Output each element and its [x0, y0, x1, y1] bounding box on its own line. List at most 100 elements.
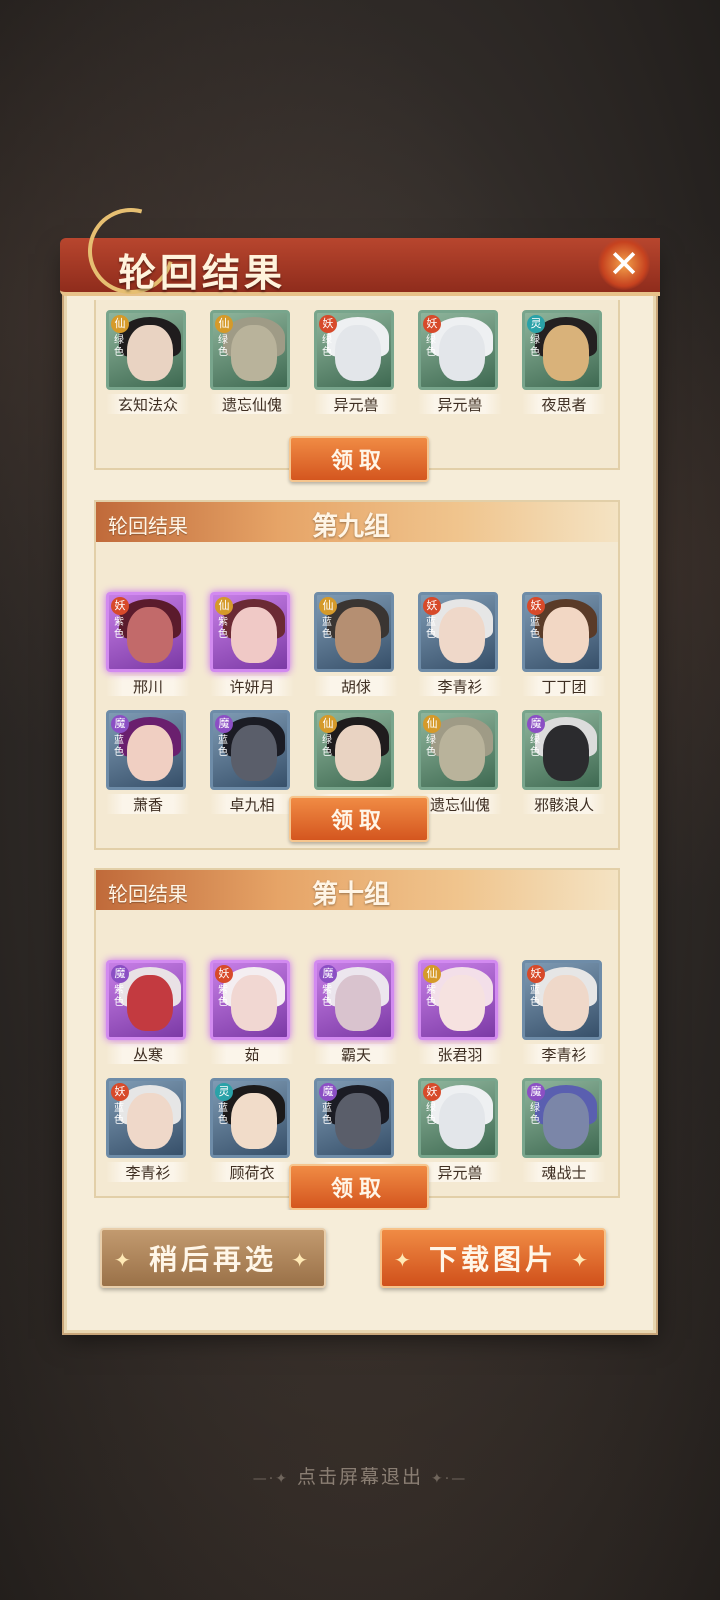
character-card[interactable]: 仙绿色玄知法众 — [106, 310, 190, 414]
character-name: 异元兽 — [314, 394, 398, 414]
rarity-tier-label: 蓝色 — [530, 617, 540, 640]
character-card[interactable]: 妖紫色茹 — [210, 960, 294, 1064]
character-card[interactable]: 妖绿色 异元兽 — [418, 310, 502, 414]
faction-badge-icon: 魔 — [319, 1083, 337, 1101]
faction-badge-icon: 妖 — [111, 1083, 129, 1101]
rarity-tier-label: 绿色 — [426, 335, 436, 358]
faction-badge-icon: 仙 — [215, 315, 233, 333]
character-name: 李青衫 — [418, 676, 502, 696]
faction-badge-icon: 魔 — [527, 1083, 545, 1101]
group-header: 轮回结果 第九组 — [96, 502, 618, 542]
portrait-face — [543, 725, 589, 781]
character-card[interactable]: 妖蓝色 李青衫 — [418, 592, 502, 696]
rarity-tier-label: 紫色 — [322, 985, 332, 1008]
character-card[interactable]: 妖紫色 邢川 — [106, 592, 190, 696]
choose-later-button[interactable]: ✦ 稍后再选 ✦ — [100, 1228, 326, 1288]
rarity-tier-label: 蓝色 — [114, 735, 124, 758]
portrait-face — [335, 607, 381, 663]
character-name: 丁丁团 — [522, 676, 606, 696]
rarity-tier-label: 蓝色 — [530, 985, 540, 1008]
dialog-title: 轮回结果 — [118, 250, 287, 295]
rarity-tier-label: 绿色 — [426, 735, 436, 758]
character-card[interactable]: 灵蓝色 顾荷衣 — [210, 1078, 294, 1182]
faction-badge-icon: 魔 — [215, 715, 233, 733]
rarity-tier-label: 紫色 — [114, 985, 124, 1008]
rarity-tier-label: 蓝色 — [114, 1103, 124, 1126]
character-card[interactable]: 魔紫色丛寒 — [106, 960, 190, 1064]
character-portrait: 仙紫色 — [210, 592, 290, 672]
character-card[interactable]: 魔紫色 霸天 — [314, 960, 398, 1064]
character-name: 异元兽 — [418, 1162, 502, 1182]
character-card[interactable]: 仙紫色 张君羽 — [418, 960, 502, 1064]
faction-badge-icon: 仙 — [215, 597, 233, 615]
faction-badge-icon: 妖 — [111, 597, 129, 615]
character-card[interactable]: 魔绿色 魂战士 — [522, 1078, 606, 1182]
exit-hint-label: 点击屏幕退出 — [296, 1466, 423, 1488]
rarity-tier-label: 紫色 — [114, 617, 124, 640]
faction-badge-icon: 灵 — [215, 1083, 233, 1101]
portrait-face — [335, 725, 381, 781]
character-portrait: 妖蓝色 — [106, 1078, 186, 1158]
character-portrait: 妖绿色 — [418, 1078, 498, 1158]
character-card[interactable]: 仙绿色 遗忘仙傀 — [210, 310, 294, 414]
character-card[interactable]: 仙绿色 遗忘仙傀 — [418, 710, 502, 814]
character-card[interactable]: 灵绿色 夜思者 — [522, 310, 606, 414]
tap-to-exit-hint[interactable]: —·✦ 点击屏幕退出 ✦·— — [0, 1462, 720, 1489]
character-portrait: 魔紫色 — [106, 960, 186, 1040]
rarity-tier-label: 绿色 — [530, 335, 540, 358]
download-image-button[interactable]: ✦ 下载图片 ✦ — [380, 1228, 606, 1288]
rarity-tier-label: 绿色 — [530, 1103, 540, 1126]
faction-badge-icon: 妖 — [527, 965, 545, 983]
character-portrait: 妖蓝色 — [522, 960, 602, 1040]
faction-badge-icon: 妖 — [319, 315, 337, 333]
rarity-tier-label: 绿色 — [322, 735, 332, 758]
faction-badge-icon: 魔 — [319, 965, 337, 983]
portrait-face — [127, 975, 173, 1031]
faction-badge-icon: 仙 — [319, 715, 337, 733]
claim-button[interactable]: 领取 — [289, 1164, 429, 1210]
character-name: 玄知法众 — [106, 394, 190, 414]
claim-button[interactable]: 领取 — [289, 796, 429, 842]
claim-button[interactable]: 领取 — [289, 436, 429, 482]
character-card[interactable]: 妖蓝色李青衫 — [106, 1078, 190, 1182]
character-card[interactable]: 仙蓝色 胡俅 — [314, 592, 398, 696]
character-portrait: 仙紫色 — [418, 960, 498, 1040]
character-card[interactable]: 妖绿色 异元兽 — [418, 1078, 502, 1182]
sparkle-icon: ✦ — [291, 1248, 312, 1272]
portrait-face — [335, 1093, 381, 1149]
rarity-tier-label: 蓝色 — [322, 617, 332, 640]
character-card[interactable]: 妖绿色异元兽 — [314, 310, 398, 414]
character-portrait: 魔绿色 — [522, 1078, 602, 1158]
faction-badge-icon: 灵 — [527, 315, 545, 333]
character-portrait: 魔蓝色 — [106, 710, 186, 790]
character-portrait: 魔蓝色 — [210, 710, 290, 790]
character-card[interactable]: 魔绿色 邪骸浪人 — [522, 710, 606, 814]
results-scroll-area[interactable]: 仙绿色 玄知法众仙绿色 遗忘仙傀妖绿色 异元兽妖绿色 异元兽灵绿色 夜思者 领取 轮回结果 第九… — [70, 300, 650, 1210]
close-icon: ✕ — [608, 242, 640, 286]
group-header-label: 轮回结果 — [108, 514, 188, 538]
character-card[interactable]: 仙紫色 许妍月 — [210, 592, 294, 696]
close-button[interactable]: ✕ — [598, 238, 650, 290]
portrait-face — [439, 325, 485, 381]
sparkle-icon: ✦ — [394, 1248, 415, 1272]
character-portrait: 魔绿色 — [522, 710, 602, 790]
character-portrait: 仙绿色 — [210, 310, 290, 390]
character-name: 张君羽 — [418, 1044, 502, 1064]
rarity-tier-label: 绿色 — [218, 335, 228, 358]
character-card[interactable]: 妖蓝色 丁丁团 — [522, 592, 606, 696]
character-card[interactable]: 魔蓝色卓九相 — [210, 710, 294, 814]
portrait-face — [335, 325, 381, 381]
group-name: 第九组 — [312, 512, 391, 542]
portrait-face — [231, 607, 277, 663]
character-portrait: 妖绿色 — [314, 310, 394, 390]
character-name: 萧香 — [106, 794, 190, 814]
character-name: 丛寒 — [106, 1044, 190, 1064]
portrait-face — [439, 725, 485, 781]
character-name: 胡俅 — [314, 676, 398, 696]
character-name: 李青衫 — [106, 1162, 190, 1182]
faction-badge-icon: 魔 — [111, 965, 129, 983]
character-card[interactable]: 魔蓝色萧香 — [106, 710, 190, 814]
download-image-label: 下载图片 — [428, 1243, 557, 1276]
character-portrait: 妖紫色 — [210, 960, 290, 1040]
character-card[interactable]: 妖蓝色 李青衫 — [522, 960, 606, 1064]
